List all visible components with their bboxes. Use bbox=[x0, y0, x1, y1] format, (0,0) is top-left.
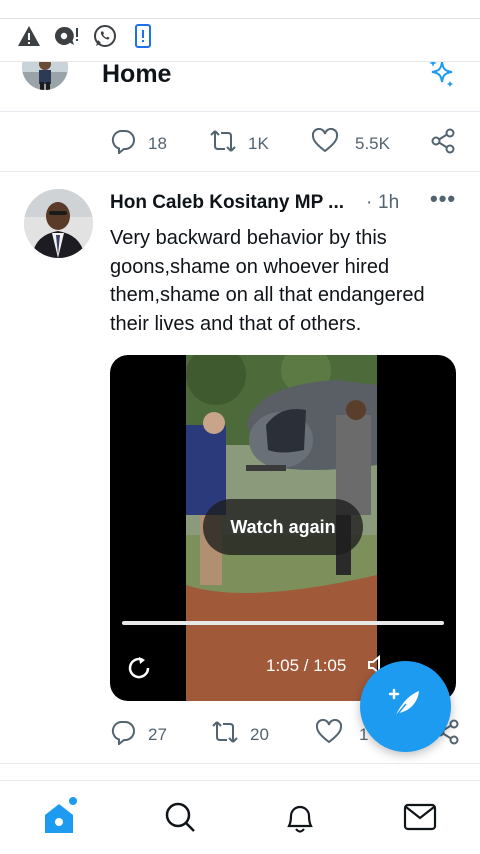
reply-count: 27 bbox=[148, 724, 167, 744]
author-name[interactable]: Hon Caleb Kositany MP ... bbox=[110, 192, 344, 214]
previous-tweet-actions: 18 1K 5.5K bbox=[0, 112, 480, 172]
reply-button[interactable]: 18 bbox=[110, 128, 167, 159]
compose-feather-icon bbox=[386, 684, 426, 729]
tweet-text: Very backward behavior by this goons,sha… bbox=[110, 227, 425, 335]
status-icons bbox=[16, 24, 156, 48]
nav-home[interactable] bbox=[40, 796, 80, 842]
like-button[interactable]: 5.5K bbox=[311, 127, 390, 159]
home-icon bbox=[41, 796, 79, 842]
status-bar bbox=[0, 0, 480, 62]
search-icon bbox=[163, 800, 197, 839]
retweet-count: 1K bbox=[248, 133, 269, 153]
like-icon bbox=[315, 718, 343, 750]
bottom-nav bbox=[0, 780, 480, 854]
messages-icon bbox=[403, 802, 437, 837]
retweet-icon bbox=[212, 719, 238, 750]
status-divider bbox=[0, 18, 480, 19]
chat-alert-icon bbox=[54, 24, 80, 48]
video-time: 1:05 / 1:05 bbox=[266, 656, 347, 675]
retweet-count: 20 bbox=[250, 724, 269, 744]
reply-count: 18 bbox=[148, 133, 167, 153]
like-button[interactable]: 1 bbox=[315, 718, 368, 750]
watch-again-button[interactable]: Watch again bbox=[203, 499, 363, 555]
phone-alert-icon bbox=[130, 24, 156, 48]
reply-button[interactable]: 27 bbox=[110, 719, 167, 750]
notifications-icon bbox=[283, 799, 317, 840]
tweet-time[interactable]: 1h bbox=[378, 192, 399, 214]
nav-notifications[interactable] bbox=[280, 799, 320, 839]
meta-separator: · bbox=[366, 192, 373, 213]
video-player[interactable]: Watch again 1:05 / 1:05 bbox=[110, 355, 456, 701]
author-avatar[interactable] bbox=[24, 189, 93, 258]
nav-search[interactable] bbox=[160, 799, 200, 839]
retweet-button[interactable]: 20 bbox=[212, 719, 269, 750]
share-icon bbox=[430, 128, 456, 159]
reply-icon bbox=[110, 719, 136, 750]
reply-icon bbox=[110, 128, 136, 159]
video-progress-bar[interactable] bbox=[122, 621, 444, 625]
warning-icon bbox=[16, 24, 42, 48]
retweet-button[interactable]: 1K bbox=[210, 128, 269, 159]
nav-messages[interactable] bbox=[400, 799, 440, 839]
replay-icon[interactable] bbox=[124, 653, 154, 683]
share-button[interactable] bbox=[430, 128, 456, 159]
compose-tweet-button[interactable] bbox=[360, 661, 451, 752]
retweet-icon bbox=[210, 128, 236, 159]
like-count: 5.5K bbox=[355, 133, 390, 153]
page-title: Home bbox=[102, 60, 172, 88]
more-options-button[interactable]: ••• bbox=[430, 186, 456, 212]
like-icon bbox=[311, 127, 339, 159]
whatsapp-icon bbox=[92, 24, 118, 48]
